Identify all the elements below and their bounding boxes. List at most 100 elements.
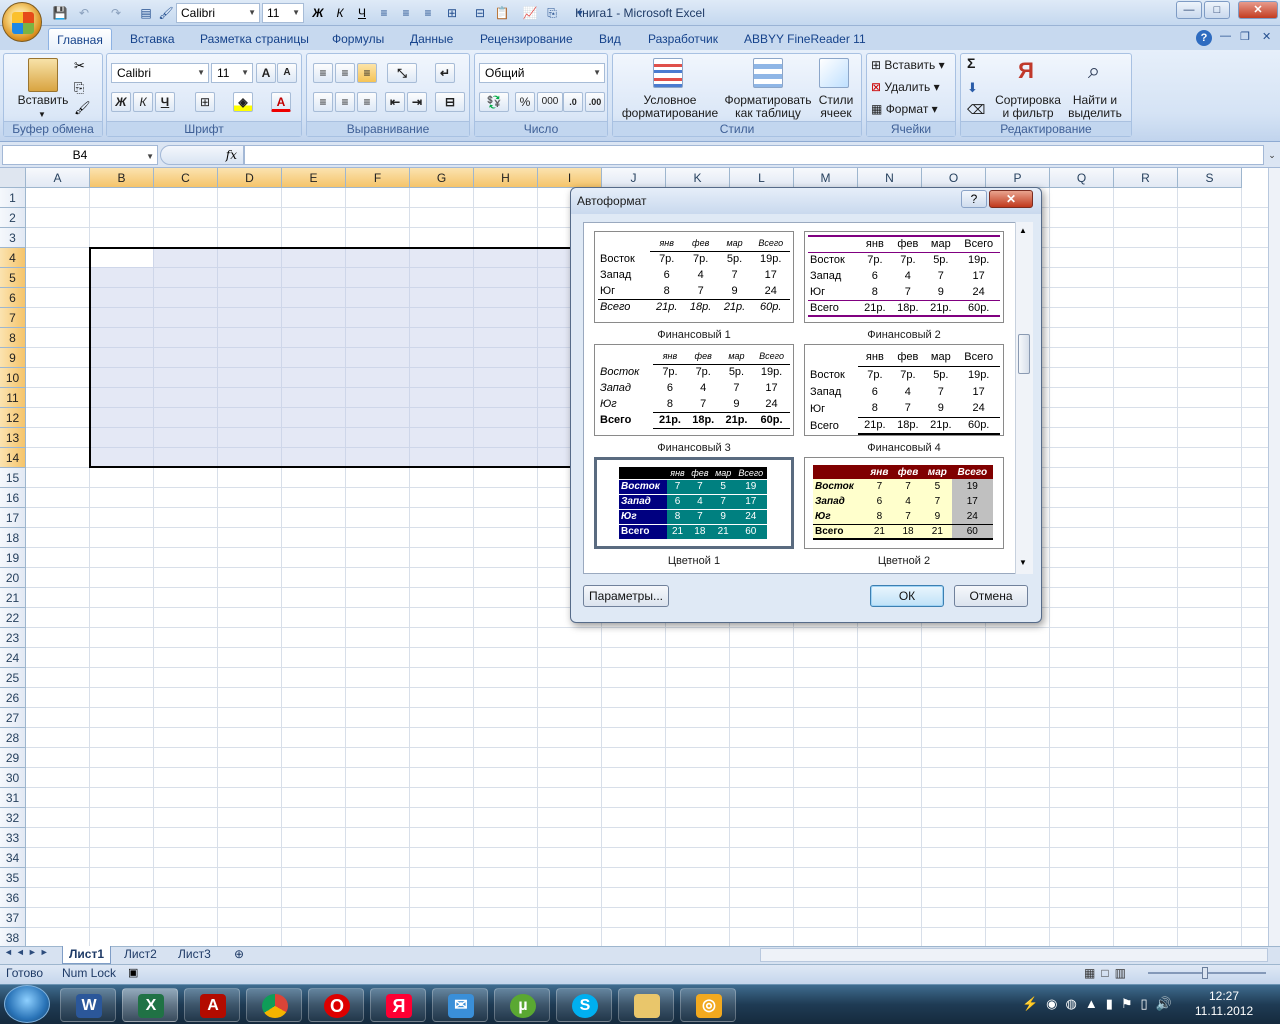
align-center-icon[interactable]: ≡ bbox=[335, 92, 355, 112]
tab-formulas[interactable]: Формулы bbox=[330, 28, 386, 50]
find-select-button[interactable]: Найти и выделить bbox=[1065, 94, 1125, 120]
cut-icon[interactable]: ✂ bbox=[74, 58, 85, 74]
sheet-tab-2[interactable]: Лист2 bbox=[118, 946, 163, 964]
sort-filter-icon[interactable]: Я bbox=[1011, 58, 1041, 88]
format-painter-icon[interactable]: 🖌 bbox=[156, 3, 176, 23]
system-tray-icons[interactable]: ⚡◉◍▲▮⚑▯🔊 bbox=[1022, 996, 1180, 1012]
format-gallery[interactable]: янв фев мар Всего Восток 7р. 7р. 5р. 19р. Запад 6 4… bbox=[583, 222, 1033, 574]
row-header[interactable]: 38 bbox=[0, 928, 26, 948]
tab-page-layout[interactable]: Разметка страницы bbox=[198, 28, 311, 50]
row-header[interactable]: 15 bbox=[0, 468, 26, 488]
qat-size-combo[interactable]: 11 ▼ bbox=[262, 3, 304, 23]
format-colorful-1[interactable]: янв фев мар Всего Восток 7 7 5 19 Запад 6 4 7 17 Юг 8 7 9… bbox=[594, 457, 794, 549]
print-preview-icon[interactable]: ▤ bbox=[136, 3, 156, 23]
chart-icon[interactable]: 📈 bbox=[520, 3, 540, 23]
row-header[interactable]: 19 bbox=[0, 548, 26, 568]
cell-styles-button[interactable]: Стили ячеек bbox=[811, 94, 861, 120]
row-header[interactable]: 8 bbox=[0, 328, 26, 348]
scroll-thumb[interactable] bbox=[1018, 334, 1030, 374]
format-as-table-button[interactable]: Форматировать как таблицу bbox=[723, 94, 813, 120]
horizontal-scrollbar[interactable] bbox=[760, 948, 1268, 962]
column-header[interactable]: A bbox=[26, 168, 90, 188]
tab-abbyy[interactable]: ABBYY FineReader 11 bbox=[742, 28, 868, 50]
insert-icon[interactable]: ⊞ bbox=[442, 3, 462, 23]
column-header[interactable]: N bbox=[858, 168, 922, 188]
clear-icon[interactable]: ⌫ bbox=[967, 103, 985, 116]
row-header[interactable]: 21 bbox=[0, 588, 26, 608]
row-header[interactable]: 17 bbox=[0, 508, 26, 528]
sheet-tab-3[interactable]: Лист3 bbox=[172, 946, 217, 964]
tab-data[interactable]: Данные bbox=[408, 28, 455, 50]
merge-center-icon[interactable]: ⊟ bbox=[435, 92, 465, 112]
row-header[interactable]: 16 bbox=[0, 488, 26, 508]
taskbar-acrobat[interactable]: A bbox=[184, 988, 240, 1022]
find-select-icon[interactable]: ⌕ bbox=[1079, 58, 1109, 88]
copy-icon[interactable]: ⎘ bbox=[74, 80, 84, 96]
tab-review[interactable]: Рецензирование bbox=[478, 28, 575, 50]
row-header[interactable]: 34 bbox=[0, 848, 26, 868]
autosum-button[interactable]: Σ bbox=[967, 56, 975, 70]
row-header[interactable]: 31 bbox=[0, 788, 26, 808]
zoom-slider[interactable] bbox=[1142, 966, 1276, 980]
sheet-tab-1[interactable]: Лист1 bbox=[62, 946, 112, 964]
underline-button[interactable]: Ч bbox=[155, 92, 175, 112]
align-right-icon[interactable]: ≡ bbox=[357, 92, 377, 112]
formula-input[interactable] bbox=[244, 145, 1264, 165]
help-icon[interactable]: ? bbox=[1196, 30, 1212, 46]
name-box[interactable]: B4 ▼ bbox=[2, 145, 158, 165]
ribbon-restore-icon[interactable]: ❐ bbox=[1240, 30, 1250, 43]
qat-bold-button[interactable]: Ж bbox=[308, 3, 328, 23]
align-right-icon[interactable]: ≡ bbox=[418, 3, 438, 23]
vertical-scrollbar[interactable] bbox=[1268, 168, 1280, 946]
close-button[interactable]: ✕ bbox=[1238, 1, 1278, 19]
orientation-icon[interactable]: ⤡ bbox=[387, 63, 417, 83]
row-header[interactable]: 1 bbox=[0, 188, 26, 208]
column-header[interactable]: O bbox=[922, 168, 986, 188]
taskbar-antivirus[interactable]: ◎ bbox=[680, 988, 736, 1022]
row-header[interactable]: 14 bbox=[0, 448, 26, 468]
active-cell[interactable] bbox=[91, 249, 153, 267]
row-header[interactable]: 18 bbox=[0, 528, 26, 548]
delete-cells-button[interactable]: ⊠ Удалить ▾ bbox=[871, 81, 955, 94]
column-header[interactable]: B bbox=[90, 168, 154, 188]
font-color-icon[interactable]: A bbox=[271, 92, 291, 112]
ribbon-close-icon[interactable]: ✕ bbox=[1262, 30, 1271, 43]
options-button[interactable]: Параметры... bbox=[583, 585, 669, 607]
column-header[interactable]: P bbox=[986, 168, 1050, 188]
paste-button[interactable]: Вставить bbox=[6, 94, 80, 107]
cell-styles-icon[interactable] bbox=[819, 58, 849, 88]
row-header[interactable]: 22 bbox=[0, 608, 26, 628]
column-header[interactable]: R bbox=[1114, 168, 1178, 188]
align-top-icon[interactable]: ≡ bbox=[313, 63, 333, 83]
cancel-button[interactable]: Отмена bbox=[954, 585, 1028, 607]
taskbar-skype[interactable]: S bbox=[556, 988, 612, 1022]
paste-icon[interactable] bbox=[28, 58, 58, 92]
taskbar-word[interactable]: W bbox=[60, 988, 116, 1022]
row-header[interactable]: 30 bbox=[0, 768, 26, 788]
taskbar-yandex[interactable]: Я bbox=[370, 988, 426, 1022]
row-header[interactable]: 13 bbox=[0, 428, 26, 448]
row-header[interactable]: 26 bbox=[0, 688, 26, 708]
row-header[interactable]: 10 bbox=[0, 368, 26, 388]
column-header[interactable]: K bbox=[666, 168, 730, 188]
italic-button[interactable]: К bbox=[133, 92, 153, 112]
taskbar-opera[interactable]: O bbox=[308, 988, 364, 1022]
row-header[interactable]: 27 bbox=[0, 708, 26, 728]
column-header[interactable]: J bbox=[602, 168, 666, 188]
scroll-up-icon[interactable]: ▲ bbox=[1019, 226, 1027, 235]
office-button[interactable] bbox=[2, 2, 42, 42]
row-header[interactable]: 7 bbox=[0, 308, 26, 328]
shrink-font-button[interactable]: A bbox=[277, 63, 297, 83]
undo-icon[interactable]: ↶ bbox=[74, 3, 94, 23]
row-header[interactable]: 12 bbox=[0, 408, 26, 428]
column-header[interactable]: D bbox=[218, 168, 282, 188]
row-header[interactable]: 4 bbox=[0, 248, 26, 268]
row-header[interactable]: 11 bbox=[0, 388, 26, 408]
taskbar-clock[interactable]: 12:27 11.11.2012 bbox=[1188, 989, 1260, 1019]
row-header[interactable]: 37 bbox=[0, 908, 26, 928]
row-header[interactable]: 6 bbox=[0, 288, 26, 308]
dialog-help-button[interactable]: ? bbox=[961, 190, 987, 208]
format-financial-3[interactable]: янв фев мар Всего Восток 7р. 7р. 5р. 19р. Запад 6 4… bbox=[594, 344, 794, 436]
sheet-nav-icon[interactable]: ◄◄►► bbox=[4, 947, 52, 957]
column-header[interactable]: S bbox=[1178, 168, 1242, 188]
